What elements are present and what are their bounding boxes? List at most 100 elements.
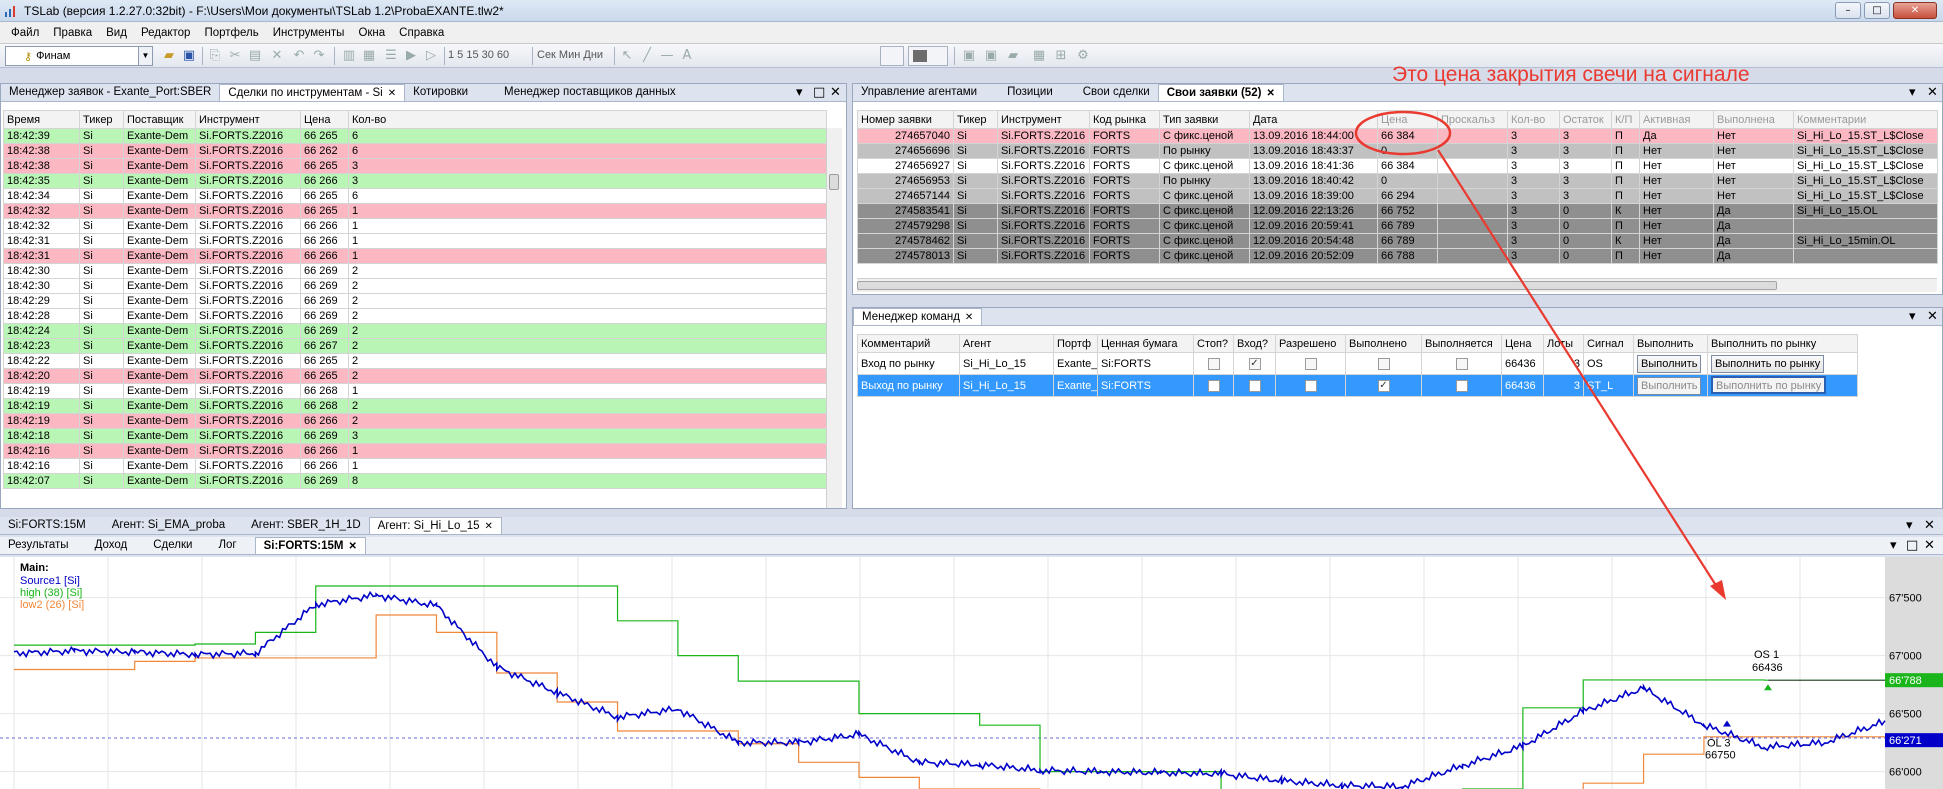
table-row[interactable]: 18:42:39 Si Exante-Dem Si.FORTS.Z2016 66 265…: [3, 128, 827, 144]
table-row[interactable]: 18:42:07 Si Exante-Dem Si.FORTS.Z2016 66 269…: [3, 473, 827, 489]
close-icon[interactable]: ✕: [1266, 88, 1274, 99]
table-row[interactable]: 18:42:16 Si Exante-Dem Si.FORTS.Z2016 66 266…: [3, 443, 827, 459]
col-ticker[interactable]: Тикер: [79, 110, 124, 129]
open-folder-icon[interactable]: ▰: [160, 47, 178, 65]
table-row[interactable]: 18:42:38 Si Exante-Dem Si.FORTS.Z2016 66 265…: [3, 158, 827, 174]
table-row[interactable]: 18:42:30 Si Exante-Dem Si.FORTS.Z2016 66 269…: [3, 278, 827, 294]
dropdown-icon[interactable]: ▾: [1909, 310, 1916, 324]
trades-scrollbar[interactable]: [826, 128, 842, 508]
table-row[interactable]: 274657040 Si Si.FORTS.Z2016 FORTS С фикс.цен…: [857, 128, 1938, 144]
col-provider[interactable]: Поставщик: [123, 110, 196, 129]
checkbox-allowed[interactable]: [1304, 379, 1317, 392]
table-row[interactable]: 18:42:31 Si Exante-Dem Si.FORTS.Z2016 66 266…: [3, 233, 827, 249]
tab-deals[interactable]: Сделки: [145, 537, 200, 554]
tab-results[interactable]: Результаты: [0, 537, 77, 554]
menu-view[interactable]: Вид: [99, 27, 134, 39]
delete-icon[interactable]: ✕: [268, 47, 286, 65]
settings-icon[interactable]: ⚙: [1074, 47, 1092, 65]
table-row[interactable]: 274656953 Si Si.FORTS.Z2016 FORTS По рынку 13…: [857, 173, 1938, 189]
col-4[interactable]: Тип заявки: [1159, 110, 1250, 129]
table-row[interactable]: 18:42:29 Si Exante-Dem Si.FORTS.Z2016 66 269…: [3, 293, 827, 309]
col-13[interactable]: Комментарии: [1793, 110, 1938, 129]
list-icon[interactable]: ☰: [382, 47, 400, 65]
hline-tool-icon[interactable]: —: [658, 47, 676, 65]
menu-windows[interactable]: Окна: [351, 27, 392, 39]
checkbox-running[interactable]: [1455, 357, 1468, 370]
execute-market-button[interactable]: Выполнить по рынку: [1711, 375, 1827, 394]
close-icon[interactable]: ✕: [348, 541, 356, 552]
table-row[interactable]: 274656927 Si Si.FORTS.Z2016 FORTS С фикс.цен…: [857, 158, 1938, 174]
menu-tools[interactable]: Инструменты: [266, 27, 352, 39]
step-icon[interactable]: ▷: [422, 47, 440, 65]
col-5[interactable]: Дата: [1249, 110, 1378, 129]
col-price[interactable]: Цена: [300, 110, 349, 129]
table-row[interactable]: 18:42:23 Si Exante-Dem Si.FORTS.Z2016 66 267…: [3, 338, 827, 354]
tab-si-forts-15m[interactable]: Si:FORTS:15M: [0, 517, 94, 534]
col-13[interactable]: Выполнить по рынку: [1707, 334, 1858, 353]
dropdown-icon[interactable]: ▾: [1909, 86, 1916, 100]
col-8[interactable]: Кол-во: [1507, 110, 1560, 129]
checkbox-stop[interactable]: [1207, 379, 1220, 392]
close-window-button[interactable]: ✕: [1893, 2, 1937, 19]
close-panel-icon[interactable]: ✕: [1927, 310, 1938, 324]
own-orders-hscroll[interactable]: [857, 278, 1937, 292]
pin-icon[interactable]: □: [1906, 539, 1918, 553]
table-row[interactable]: 274657144 Si Si.FORTS.Z2016 FORTS С фикс.цен…: [857, 188, 1938, 204]
save-icon[interactable]: ▣: [180, 47, 198, 65]
cursor-icon[interactable]: ↖: [618, 47, 636, 65]
save-all-icon[interactable]: ▣: [982, 47, 1000, 65]
checkbox-stop[interactable]: [1207, 357, 1220, 370]
play-icon[interactable]: ▶: [402, 47, 420, 65]
menu-help[interactable]: Справка: [392, 27, 451, 39]
menu-portfolio[interactable]: Портфель: [197, 27, 265, 39]
dropdown-icon[interactable]: ▾: [1890, 539, 1897, 553]
save-layout-icon[interactable]: ▣: [960, 47, 978, 65]
text-tool-icon[interactable]: A: [678, 47, 696, 65]
execute-button[interactable]: Выполнить: [1637, 354, 1702, 373]
col-2[interactable]: Портф: [1053, 334, 1098, 353]
table-row[interactable]: 18:42:24 Si Exante-Dem Si.FORTS.Z2016 66 269…: [3, 323, 827, 339]
table-row[interactable]: 18:42:16 Si Exante-Dem Si.FORTS.Z2016 66 266…: [3, 458, 827, 474]
command-row[interactable]: Выход по рынку Si_Hi_Lo_15 Exante_ Si:FORTS…: [857, 374, 1858, 397]
minimize-button[interactable]: –: [1835, 2, 1861, 19]
close-panel-icon[interactable]: ✕: [830, 86, 841, 100]
tab-quotes[interactable]: Котировки: [405, 84, 476, 101]
col-11[interactable]: Активная: [1639, 110, 1714, 129]
tab-own-orders[interactable]: Свои заявки (52) ✕: [1157, 84, 1284, 101]
table-row[interactable]: 18:42:34 Si Exante-Dem Si.FORTS.Z2016 66 265…: [3, 188, 827, 204]
close-panel-icon[interactable]: ✕: [1924, 539, 1935, 553]
close-panel-icon[interactable]: ✕: [1924, 519, 1935, 533]
execute-market-button[interactable]: Выполнить по рынку: [1711, 354, 1825, 373]
table-row[interactable]: 18:42:19 Si Exante-Dem Si.FORTS.Z2016 66 268…: [3, 383, 827, 399]
checkbox-running[interactable]: [1455, 379, 1468, 392]
col-1[interactable]: Агент: [959, 334, 1054, 353]
cut-icon[interactable]: ✂: [226, 47, 244, 65]
copy-icon[interactable]: ⎘: [206, 47, 224, 65]
tab-agent-ema[interactable]: Агент: Si_EMA_proba: [104, 517, 233, 534]
col-6[interactable]: Цена: [1377, 110, 1438, 129]
checkbox-done[interactable]: ✓: [1377, 379, 1390, 392]
undo-icon[interactable]: ↶: [290, 47, 308, 65]
col-9[interactable]: Цена: [1501, 334, 1544, 353]
dropdown-icon[interactable]: ▾: [1906, 519, 1913, 533]
table-row[interactable]: 18:42:30 Si Exante-Dem Si.FORTS.Z2016 66 269…: [3, 263, 827, 279]
col-qty[interactable]: Кол-во: [348, 110, 827, 129]
color-select[interactable]: [908, 46, 948, 66]
checkbox-done[interactable]: [1377, 357, 1390, 370]
folder-icon[interactable]: ▰: [1004, 47, 1022, 65]
line-tool-icon[interactable]: ╱: [638, 47, 656, 65]
chart-icon[interactable]: ▦: [360, 47, 378, 65]
tab-commands-manager[interactable]: Менеджер команд ✕: [853, 308, 983, 325]
chart-area[interactable]: 67'500 67'000 66'500 66'000 Main: Source1 [Si…: [0, 557, 1943, 789]
table-row[interactable]: 274579298 Si Si.FORTS.Z2016 FORTS С фикс.цен…: [857, 218, 1938, 234]
close-icon[interactable]: ✕: [485, 521, 493, 532]
table-row[interactable]: 274583541 Si Si.FORTS.Z2016 FORTS С фикс.цен…: [857, 203, 1938, 219]
col-9[interactable]: Остаток: [1559, 110, 1612, 129]
col-10[interactable]: Лоты: [1543, 334, 1584, 353]
checkbox-allowed[interactable]: [1304, 357, 1317, 370]
table-row[interactable]: 18:42:35 Si Exante-Dem Si.FORTS.Z2016 66 266…: [3, 173, 827, 189]
chevron-down-icon[interactable]: ▼: [138, 47, 152, 65]
col-2[interactable]: Инструмент: [997, 110, 1090, 129]
checkbox-entry[interactable]: [1248, 379, 1261, 392]
col-0[interactable]: Комментарий: [857, 334, 960, 353]
